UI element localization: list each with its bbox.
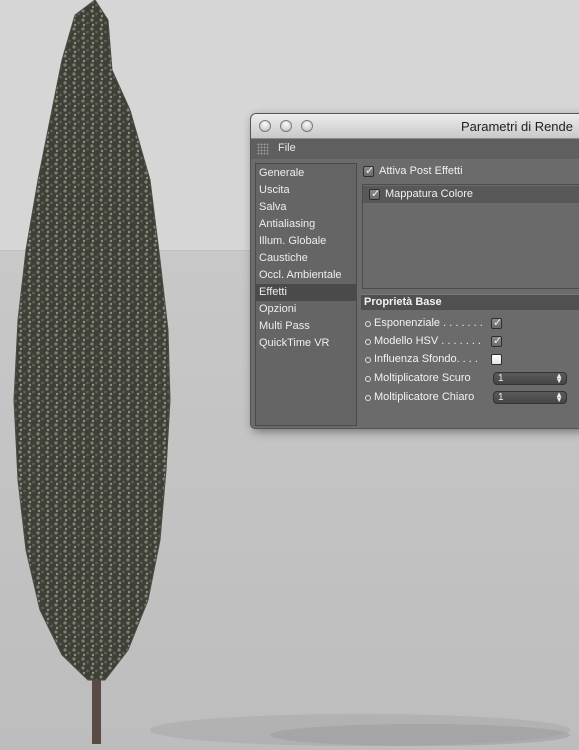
- stepper-icon[interactable]: ▲ ▼: [555, 391, 563, 404]
- settings-sidebar: Generale Uscita Salva Antialiasing Illum…: [255, 163, 357, 426]
- influenza-sfondo-checkbox[interactable]: [491, 354, 502, 365]
- checkmark-icon: ✓: [493, 335, 503, 347]
- field-value: 1: [498, 392, 504, 403]
- param-label: Influenza Sfondo. . . .: [374, 353, 478, 365]
- param-row-modello-hsv: Modello HSV . . . . . . . ✓: [365, 334, 579, 350]
- effect-list-item-label: Mappatura Colore: [385, 188, 474, 200]
- moltiplicatore-chiaro-input[interactable]: 1 ▲ ▼: [493, 391, 567, 404]
- bullet-icon: [365, 376, 371, 382]
- render-viewport: Parametri di Rende File Generale Uscita …: [0, 0, 579, 750]
- esponenziale-checkbox[interactable]: ✓: [491, 317, 503, 329]
- grip-icon[interactable]: [257, 143, 269, 155]
- moltiplicatore-scuro-input[interactable]: 1 ▲ ▼: [493, 372, 567, 385]
- effects-pane: ✓ Attiva Post Effetti ✓ Mappatura Colore…: [359, 159, 579, 428]
- effects-list: ✓ Mappatura Colore: [362, 184, 579, 289]
- window-title: Parametri di Rende: [461, 119, 573, 134]
- sidebar-item-illum-globale[interactable]: Illum. Globale: [256, 233, 356, 250]
- window-titlebar[interactable]: Parametri di Rende: [251, 114, 579, 139]
- sidebar-item-salva[interactable]: Salva: [256, 199, 356, 216]
- minimize-button[interactable]: [280, 120, 292, 132]
- sidebar-item-generale[interactable]: Generale: [256, 165, 356, 182]
- menubar: File: [251, 139, 579, 159]
- render-settings-window: Parametri di Rende File Generale Uscita …: [251, 114, 579, 428]
- param-row-esponenziale: Esponenziale . . . . . . . ✓: [365, 316, 579, 332]
- sidebar-item-quicktime-vr[interactable]: QuickTime VR: [256, 335, 356, 352]
- sidebar-item-occl-ambientale[interactable]: Occl. Ambientale: [256, 267, 356, 284]
- checkmark-icon: ✓: [365, 165, 375, 177]
- param-row-moltiplicatore-scuro: Moltiplicatore Scuro 1 ▲ ▼: [365, 371, 579, 387]
- param-label: Modello HSV . . . . . . .: [374, 335, 481, 347]
- zoom-button[interactable]: [301, 120, 313, 132]
- sidebar-item-caustiche[interactable]: Caustiche: [256, 250, 356, 267]
- param-label: Moltiplicatore Scuro: [374, 372, 471, 384]
- bullet-icon: [365, 395, 371, 401]
- effect-enable-checkbox[interactable]: ✓: [369, 188, 381, 200]
- sidebar-item-multi-pass[interactable]: Multi Pass: [256, 318, 356, 335]
- modello-hsv-checkbox[interactable]: ✓: [491, 335, 503, 347]
- sidebar-item-antialiasing[interactable]: Antialiasing: [256, 216, 356, 233]
- param-row-influenza-sfondo: Influenza Sfondo. . . .: [365, 352, 579, 368]
- bullet-icon: [365, 357, 371, 363]
- menu-file[interactable]: File: [278, 142, 296, 154]
- stepper-icon[interactable]: ▲ ▼: [555, 372, 563, 385]
- bullet-icon: [365, 321, 371, 327]
- section-header-proprieta-base[interactable]: Proprietà Base: [361, 294, 579, 310]
- checkmark-icon: ✓: [493, 317, 503, 329]
- close-button[interactable]: [259, 120, 271, 132]
- sidebar-item-uscita[interactable]: Uscita: [256, 182, 356, 199]
- checkmark-icon: ✓: [371, 188, 381, 200]
- sidebar-item-effetti[interactable]: Effetti: [256, 284, 356, 301]
- sidebar-item-opzioni[interactable]: Opzioni: [256, 301, 356, 318]
- param-label: Moltiplicatore Chiaro: [374, 391, 475, 403]
- field-value: 1: [498, 373, 504, 384]
- param-row-moltiplicatore-chiaro: Moltiplicatore Chiaro 1 ▲ ▼: [365, 390, 579, 406]
- param-label: Esponenziale . . . . . . .: [374, 317, 483, 329]
- bullet-icon: [365, 339, 371, 345]
- enable-post-effects-checkbox[interactable]: ✓: [363, 165, 375, 177]
- enable-post-effects-label: Attiva Post Effetti: [379, 165, 463, 177]
- effect-list-item[interactable]: ✓ Mappatura Colore: [363, 186, 579, 203]
